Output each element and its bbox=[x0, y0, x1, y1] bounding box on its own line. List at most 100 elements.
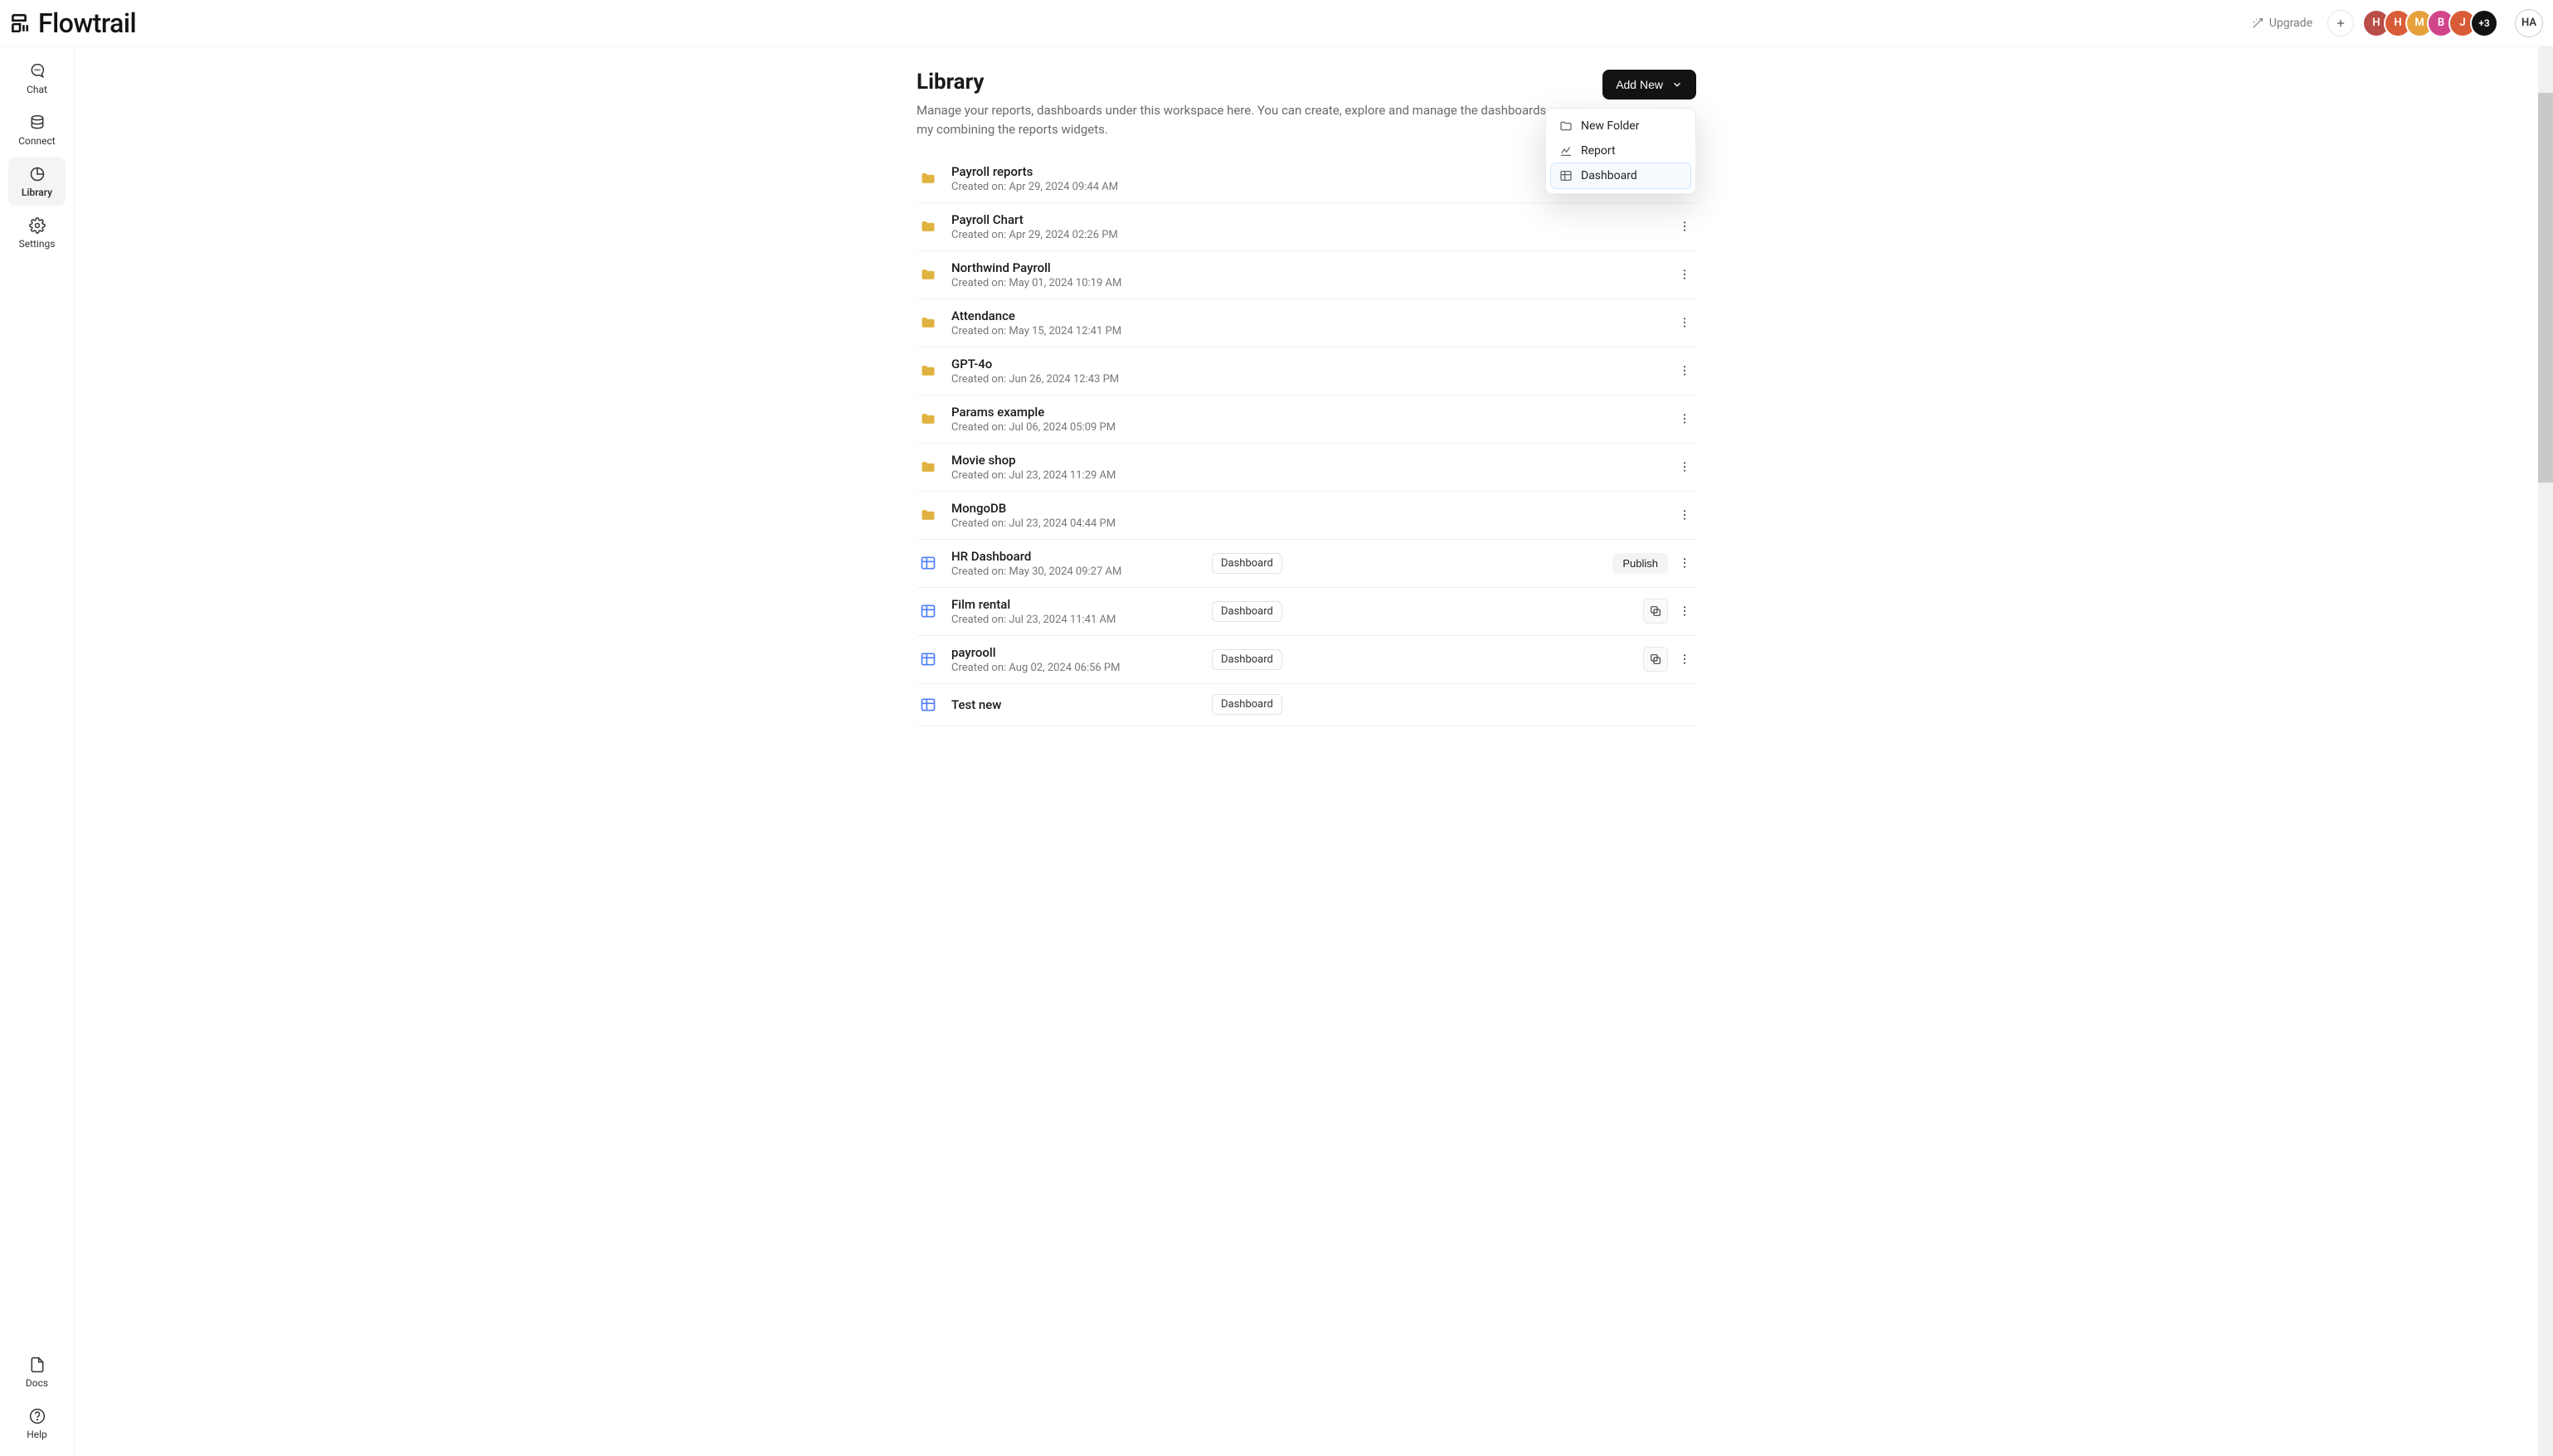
row-more-button[interactable] bbox=[1675, 310, 1695, 335]
dots-vertical-icon bbox=[1678, 460, 1691, 473]
row-icon bbox=[917, 407, 940, 430]
row-actions bbox=[1675, 406, 1695, 431]
row-more-button[interactable] bbox=[1675, 647, 1695, 672]
row-actions bbox=[1675, 310, 1695, 335]
dropdown-report[interactable]: Report bbox=[1551, 138, 1690, 163]
nav-docs-label: Docs bbox=[26, 1377, 48, 1389]
row-actions bbox=[1675, 454, 1695, 479]
row-more-button[interactable] bbox=[1675, 262, 1695, 287]
nav-docs[interactable]: Docs bbox=[8, 1348, 66, 1396]
row-created: Created on: Jul 06, 2024 05:09 PM bbox=[951, 421, 1200, 434]
list-item[interactable]: Movie shop Created on: Jul 23, 2024 11:2… bbox=[917, 444, 1696, 492]
nav-library-label: Library bbox=[22, 187, 52, 198]
row-name: Test new bbox=[951, 697, 1200, 712]
content-scroll[interactable]: Library Manage your reports, dashboards … bbox=[75, 46, 2538, 1456]
row-more-button[interactable] bbox=[1675, 551, 1695, 575]
list-item[interactable]: payrooll Created on: Aug 02, 2024 06:56 … bbox=[917, 636, 1696, 684]
row-copy-button[interactable] bbox=[1643, 647, 1668, 672]
row-copy-button[interactable] bbox=[1643, 599, 1668, 624]
row-name: payrooll bbox=[951, 645, 1200, 660]
invite-user-button[interactable] bbox=[2327, 10, 2354, 36]
folder-icon bbox=[920, 170, 936, 187]
chevron-down-icon bbox=[1671, 79, 1683, 90]
folder-icon bbox=[920, 362, 936, 379]
copy-icon bbox=[1649, 653, 1662, 666]
row-name: GPT-4o bbox=[951, 357, 1200, 371]
nav-chat[interactable]: Chat bbox=[8, 55, 66, 103]
row-created: Created on: May 30, 2024 09:27 AM bbox=[951, 565, 1200, 578]
list-item[interactable]: GPT-4o Created on: Jun 26, 2024 12:43 PM bbox=[917, 347, 1696, 396]
avatar-stack[interactable]: H H M B J +3 bbox=[2362, 9, 2498, 37]
row-more-button[interactable] bbox=[1675, 454, 1695, 479]
nav-settings-label: Settings bbox=[19, 238, 56, 250]
row-created: Created on: Jul 23, 2024 11:41 AM bbox=[951, 614, 1200, 626]
list-item[interactable]: Params example Created on: Jul 06, 2024 … bbox=[917, 396, 1696, 444]
table-icon bbox=[1559, 169, 1573, 182]
list-item[interactable]: MongoDB Created on: Jul 23, 2024 04:44 P… bbox=[917, 492, 1696, 540]
row-more-button[interactable] bbox=[1675, 599, 1695, 624]
scrollbar-thumb[interactable] bbox=[2538, 93, 2553, 483]
row-actions bbox=[1675, 358, 1695, 383]
upgrade-link[interactable]: Upgrade bbox=[2244, 12, 2319, 35]
row-more-button[interactable] bbox=[1675, 214, 1695, 239]
row-name: Payroll reports bbox=[951, 164, 1200, 179]
row-actions bbox=[1643, 647, 1695, 672]
list-item[interactable]: Film rental Created on: Jul 23, 2024 11:… bbox=[917, 588, 1696, 636]
row-type-tag: Dashboard bbox=[1212, 553, 1282, 574]
dropdown-new-folder-label: New Folder bbox=[1581, 119, 1639, 133]
row-more-button[interactable] bbox=[1675, 358, 1695, 383]
folder-icon bbox=[920, 266, 936, 283]
row-publish-button[interactable]: Publish bbox=[1612, 553, 1668, 574]
folder-icon bbox=[920, 507, 936, 523]
list-item[interactable]: Attendance Created on: May 15, 2024 12:4… bbox=[917, 299, 1696, 347]
chat-icon bbox=[29, 63, 46, 80]
nav-library[interactable]: Library bbox=[8, 158, 66, 206]
row-icon bbox=[917, 648, 940, 671]
row-actions bbox=[1675, 262, 1695, 287]
row-icon bbox=[917, 311, 940, 334]
dots-vertical-icon bbox=[1678, 364, 1691, 377]
nav-settings[interactable]: Settings bbox=[8, 209, 66, 257]
dots-vertical-icon bbox=[1678, 316, 1691, 329]
list-item[interactable]: HR Dashboard Created on: May 30, 2024 09… bbox=[917, 540, 1696, 588]
row-more-button[interactable] bbox=[1675, 502, 1695, 527]
row-created: Created on: Apr 29, 2024 02:26 PM bbox=[951, 229, 1200, 241]
dots-vertical-icon bbox=[1678, 604, 1691, 618]
brand: Flowtrail bbox=[8, 7, 136, 39]
dots-vertical-icon bbox=[1678, 653, 1691, 666]
list-item[interactable]: Payroll Chart Created on: Apr 29, 2024 0… bbox=[917, 203, 1696, 251]
row-name: Payroll Chart bbox=[951, 212, 1200, 227]
add-new-label: Add New bbox=[1616, 78, 1663, 91]
row-created: Created on: May 01, 2024 10:19 AM bbox=[951, 277, 1200, 289]
dots-vertical-icon bbox=[1678, 556, 1691, 570]
brand-logo-icon bbox=[8, 12, 30, 34]
scrollbar[interactable] bbox=[2538, 46, 2553, 1456]
gear-icon bbox=[29, 217, 46, 234]
row-icon bbox=[917, 503, 940, 527]
upgrade-label: Upgrade bbox=[2269, 17, 2312, 30]
row-name: Movie shop bbox=[951, 453, 1200, 468]
row-more-button[interactable] bbox=[1675, 406, 1695, 431]
row-name: Film rental bbox=[951, 597, 1200, 612]
nav-connect[interactable]: Connect bbox=[8, 106, 66, 154]
page-subtitle: Manage your reports, dashboards under th… bbox=[917, 101, 1563, 140]
folder-icon bbox=[920, 218, 936, 235]
dropdown-dashboard-label: Dashboard bbox=[1581, 169, 1637, 182]
folder-icon bbox=[920, 314, 936, 331]
dots-vertical-icon bbox=[1678, 220, 1691, 233]
topbar: Flowtrail Upgrade H H M B J +3 bbox=[0, 0, 2553, 46]
dropdown-dashboard[interactable]: Dashboard bbox=[1551, 163, 1690, 188]
list-item[interactable]: Test new Dashboard bbox=[917, 684, 1696, 726]
left-nav: Chat Connect Library bbox=[0, 46, 75, 1456]
nav-help[interactable]: Help bbox=[8, 1400, 66, 1448]
dashboard-icon bbox=[920, 555, 936, 571]
row-type-tag: Dashboard bbox=[1212, 649, 1282, 670]
dropdown-new-folder[interactable]: New Folder bbox=[1551, 114, 1690, 138]
row-icon bbox=[917, 693, 940, 716]
row-icon bbox=[917, 551, 940, 575]
add-new-button[interactable]: Add New bbox=[1602, 70, 1696, 99]
row-icon bbox=[917, 167, 940, 190]
list-item[interactable]: Northwind Payroll Created on: May 01, 20… bbox=[917, 251, 1696, 299]
current-user-avatar[interactable]: HA bbox=[2515, 9, 2543, 37]
row-icon bbox=[917, 599, 940, 623]
